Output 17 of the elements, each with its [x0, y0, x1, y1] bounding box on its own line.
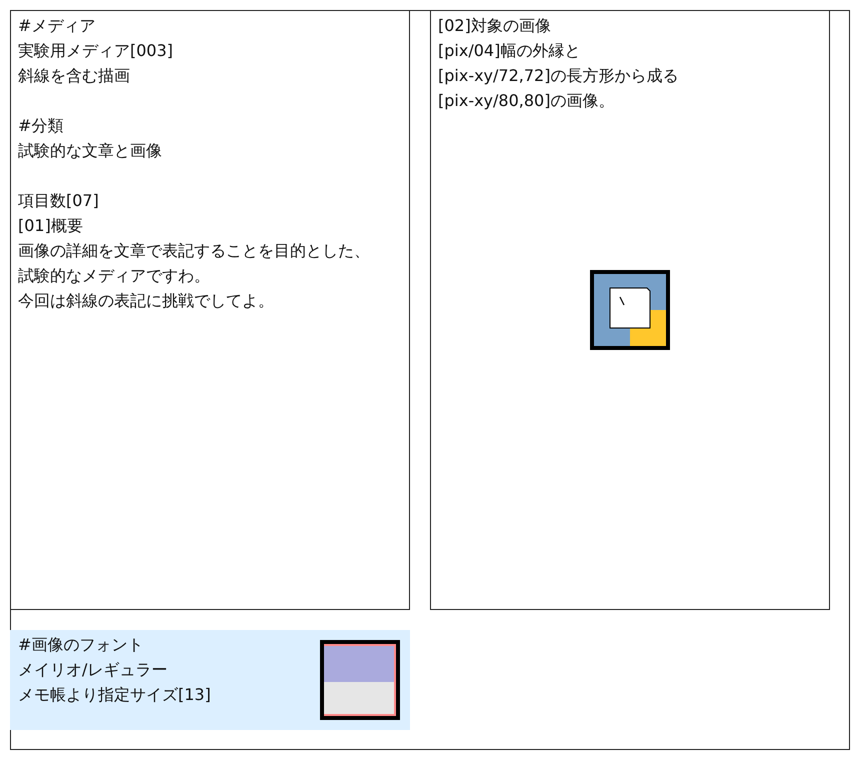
text-line: メモ帳より指定サイズ[13]	[18, 684, 211, 706]
text-line: 斜線を含む描画	[18, 65, 131, 87]
text-line: 画像の詳細を文章で表記することを目的とした、	[18, 240, 371, 262]
text-line: #分類	[18, 115, 64, 137]
text-line: メイリオ/レギュラー	[18, 659, 168, 681]
text-line: [02]対象の画像	[438, 15, 552, 37]
text-line: #メディア	[18, 15, 96, 37]
text-line: 実験用メディア[003]	[18, 40, 174, 62]
text-line: [pix/04]幅の外縁と	[438, 40, 582, 62]
text-line: 項目数[07]	[18, 190, 100, 212]
text-line: 試験的なメディアですわ。	[18, 265, 211, 287]
text-line: [01]概要	[18, 215, 84, 237]
text-line: #画像のフォント	[18, 634, 144, 656]
text-line: [pix-xy/80,80]の画像。	[438, 90, 616, 112]
text-line: [pix-xy/72,72]の長方形から成る	[438, 65, 680, 87]
text-line: 今回は斜線の表記に挑戦でしてよ。	[18, 290, 275, 312]
text-line: 試験的な文章と画像	[18, 140, 163, 162]
